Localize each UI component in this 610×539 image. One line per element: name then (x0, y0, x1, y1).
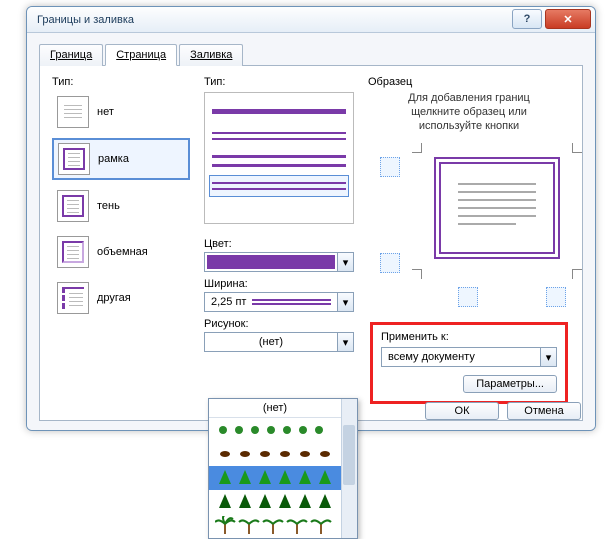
art-option-trees-green[interactable] (209, 466, 341, 490)
style-label: Тип: (204, 76, 354, 88)
setting-shadow-icon (57, 190, 89, 222)
crop-mark-icon (572, 269, 582, 279)
art-option-palms[interactable] (209, 514, 341, 538)
art-value: (нет) (205, 336, 337, 348)
art-option-trees-dark[interactable] (209, 490, 341, 514)
dialog-title: Границы и заливка (37, 14, 134, 26)
setting-item-label: тень (97, 200, 120, 212)
preview-label: Образец (368, 76, 570, 88)
setting-box-icon (58, 143, 90, 175)
page-preview[interactable] (434, 157, 560, 259)
setting-item-label: рамка (98, 153, 129, 165)
width-label: Ширина: (204, 278, 354, 290)
width-preview-icon (252, 299, 331, 305)
trees-green-icon (215, 468, 335, 488)
art-option-ants[interactable] (209, 442, 341, 466)
trees-dark-icon (215, 492, 335, 512)
style-column: Тип: Цвет: ▾ Ширина: 2,25 пт (204, 76, 354, 408)
chevron-down-icon[interactable]: ▾ (337, 253, 353, 271)
style-listbox[interactable] (204, 92, 354, 224)
edge-left-button[interactable] (458, 287, 478, 307)
dialog-footer: ОК Отмена (425, 402, 581, 420)
color-label: Цвет: (204, 238, 354, 250)
setting-label: Тип: (52, 76, 190, 88)
chevron-down-icon[interactable]: ▾ (337, 333, 353, 351)
setting-none-icon (57, 96, 89, 128)
help-icon: ? (524, 13, 531, 25)
setting-item-label: нет (97, 106, 114, 118)
tabstrip: Граница Страница Заливка (39, 43, 583, 66)
setting-item-none[interactable]: нет (52, 92, 190, 132)
crop-mark-icon (572, 143, 582, 153)
style-option[interactable] (209, 125, 349, 147)
setting-list: нет рамка тень объемная (52, 92, 190, 318)
style-option-selected[interactable] (209, 175, 349, 197)
chevron-down-icon[interactable]: ▾ (337, 293, 353, 311)
setting-column: Тип: нет рамка тень (52, 76, 190, 408)
cancel-button[interactable]: Отмена (507, 402, 581, 420)
close-icon: ✕ (563, 13, 572, 26)
setting-item-label: объемная (97, 246, 148, 258)
setting-item-3d[interactable]: объемная (52, 232, 190, 272)
width-value: 2,25 пт (211, 296, 246, 308)
tab-borders[interactable]: Граница (39, 44, 103, 66)
art-label: Рисунок: (204, 318, 354, 330)
scrollbar-thumb[interactable] (343, 425, 355, 485)
apply-to-value: всему документу (382, 351, 540, 363)
ants-icon (215, 445, 335, 463)
preview-area (368, 139, 570, 307)
tab-shading[interactable]: Заливка (179, 44, 243, 66)
art-option-bugs[interactable] (209, 418, 341, 442)
art-combo[interactable]: (нет) ▾ (204, 332, 354, 352)
preview-column: Образец Для добавления границ щелкните о… (368, 76, 570, 408)
setting-item-custom[interactable]: другая (52, 278, 190, 318)
crop-mark-icon (412, 269, 422, 279)
color-swatch (207, 255, 335, 269)
ok-button[interactable]: ОК (425, 402, 499, 420)
color-combo[interactable]: ▾ (204, 252, 354, 272)
edge-right-button[interactable] (546, 287, 566, 307)
edge-top-button[interactable] (380, 157, 400, 177)
chevron-down-icon[interactable]: ▾ (540, 348, 556, 366)
bugs-icon (215, 421, 335, 439)
art-dropdown-list[interactable]: (нет) (208, 398, 358, 539)
setting-item-label: другая (97, 292, 131, 304)
style-option[interactable] (209, 100, 349, 122)
palms-icon (215, 516, 335, 536)
setting-item-box[interactable]: рамка (52, 138, 190, 180)
scrollbar[interactable] (341, 399, 357, 538)
close-button[interactable]: ✕ (545, 9, 591, 29)
setting-item-shadow[interactable]: тень (52, 186, 190, 226)
width-combo[interactable]: 2,25 пт ▾ (204, 292, 354, 312)
style-option[interactable] (209, 150, 349, 172)
apply-to-combo[interactable]: всему документу ▾ (381, 347, 557, 367)
crop-mark-icon (412, 143, 422, 153)
preview-hint: Для добавления границ щелкните образец и… (372, 92, 566, 133)
titlebar[interactable]: Границы и заливка ? ✕ (27, 7, 595, 33)
apply-to-group: Применить к: всему документу ▾ Параметры… (370, 322, 568, 404)
apply-to-label: Применить к: (381, 331, 557, 343)
help-button[interactable]: ? (512, 9, 542, 29)
borders-shading-dialog: Границы и заливка ? ✕ Граница Страница З… (26, 6, 596, 431)
tab-page[interactable]: Страница (105, 44, 177, 66)
edge-bottom-button[interactable] (380, 253, 400, 273)
setting-custom-icon (57, 282, 89, 314)
setting-3d-icon (57, 236, 89, 268)
options-button[interactable]: Параметры... (463, 375, 557, 393)
art-option-none[interactable]: (нет) (209, 399, 341, 418)
tab-panel: Тип: нет рамка тень (39, 66, 583, 421)
